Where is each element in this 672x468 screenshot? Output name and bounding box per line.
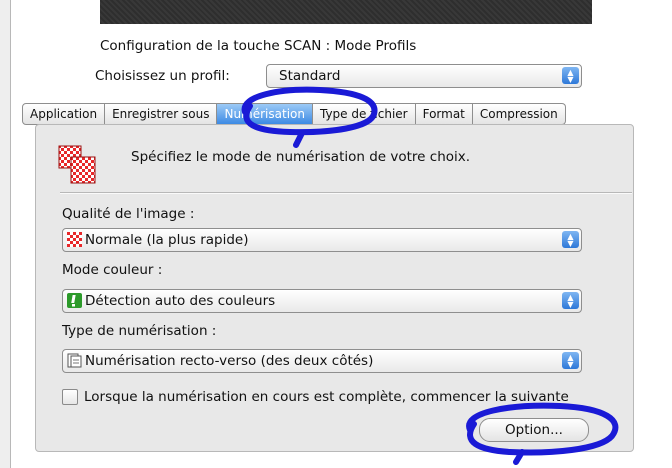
select-arrows-icon: ▲ ▼	[562, 352, 579, 369]
image-quality-value: Normale (la plus rapide)	[85, 232, 249, 248]
select-arrows-icon: ▲ ▼	[562, 67, 579, 84]
select-arrows-icon: ▲ ▼	[562, 231, 579, 248]
continue-scan-option: Lorsque la numérisation en cours est com…	[62, 389, 569, 405]
checker-red-icon	[67, 232, 82, 247]
profile-label: Choisissez un profil:	[95, 68, 230, 84]
separator	[60, 192, 632, 194]
profile-select-value: Standard	[279, 68, 341, 84]
color-mode-select[interactable]: Détection auto des couleurs ▲ ▼	[62, 289, 582, 313]
image-quality-select[interactable]: Normale (la plus rapide) ▲ ▼	[62, 228, 582, 252]
scan-type-label: Type de numérisation :	[62, 323, 217, 339]
dialog-title: Configuration de la touche SCAN : Mode P…	[100, 38, 417, 54]
scan-type-select[interactable]: Numérisation recto-verso (des deux côtés…	[62, 349, 582, 373]
tab-enregistrer-sous[interactable]: Enregistrer sous	[105, 103, 218, 125]
tab-bar: Application Enregistrer sous Numérisatio…	[22, 103, 566, 125]
tab-format[interactable]: Format	[415, 103, 473, 125]
green-exclamation-icon	[67, 293, 82, 308]
select-arrows-icon: ▲ ▼	[562, 292, 579, 309]
image-quality-label: Qualité de l'image :	[62, 206, 195, 222]
duplex-page-icon	[67, 353, 82, 368]
scan-type-value: Numérisation recto-verso (des deux côtés…	[85, 353, 374, 369]
header-image-strip	[100, 0, 592, 24]
tab-compression[interactable]: Compression	[472, 103, 566, 125]
continue-scan-checkbox[interactable]	[62, 389, 78, 405]
tab-type-de-fichier[interactable]: Type de fichier	[312, 103, 416, 125]
panel-description: Spécifiez le mode de numérisation de vot…	[131, 149, 471, 165]
continue-scan-label: Lorsque la numérisation en cours est com…	[84, 389, 569, 405]
window-left-edge	[0, 0, 11, 468]
color-mode-label: Mode couleur :	[62, 262, 163, 278]
tab-numerisation[interactable]: Numérisation	[217, 103, 313, 125]
color-mode-value: Détection auto des couleurs	[85, 293, 276, 309]
scan-mode-icon	[58, 145, 96, 184]
option-button[interactable]: Option...	[479, 418, 589, 442]
profile-select[interactable]: Standard ▲ ▼	[266, 64, 582, 88]
tab-application[interactable]: Application	[22, 103, 106, 125]
